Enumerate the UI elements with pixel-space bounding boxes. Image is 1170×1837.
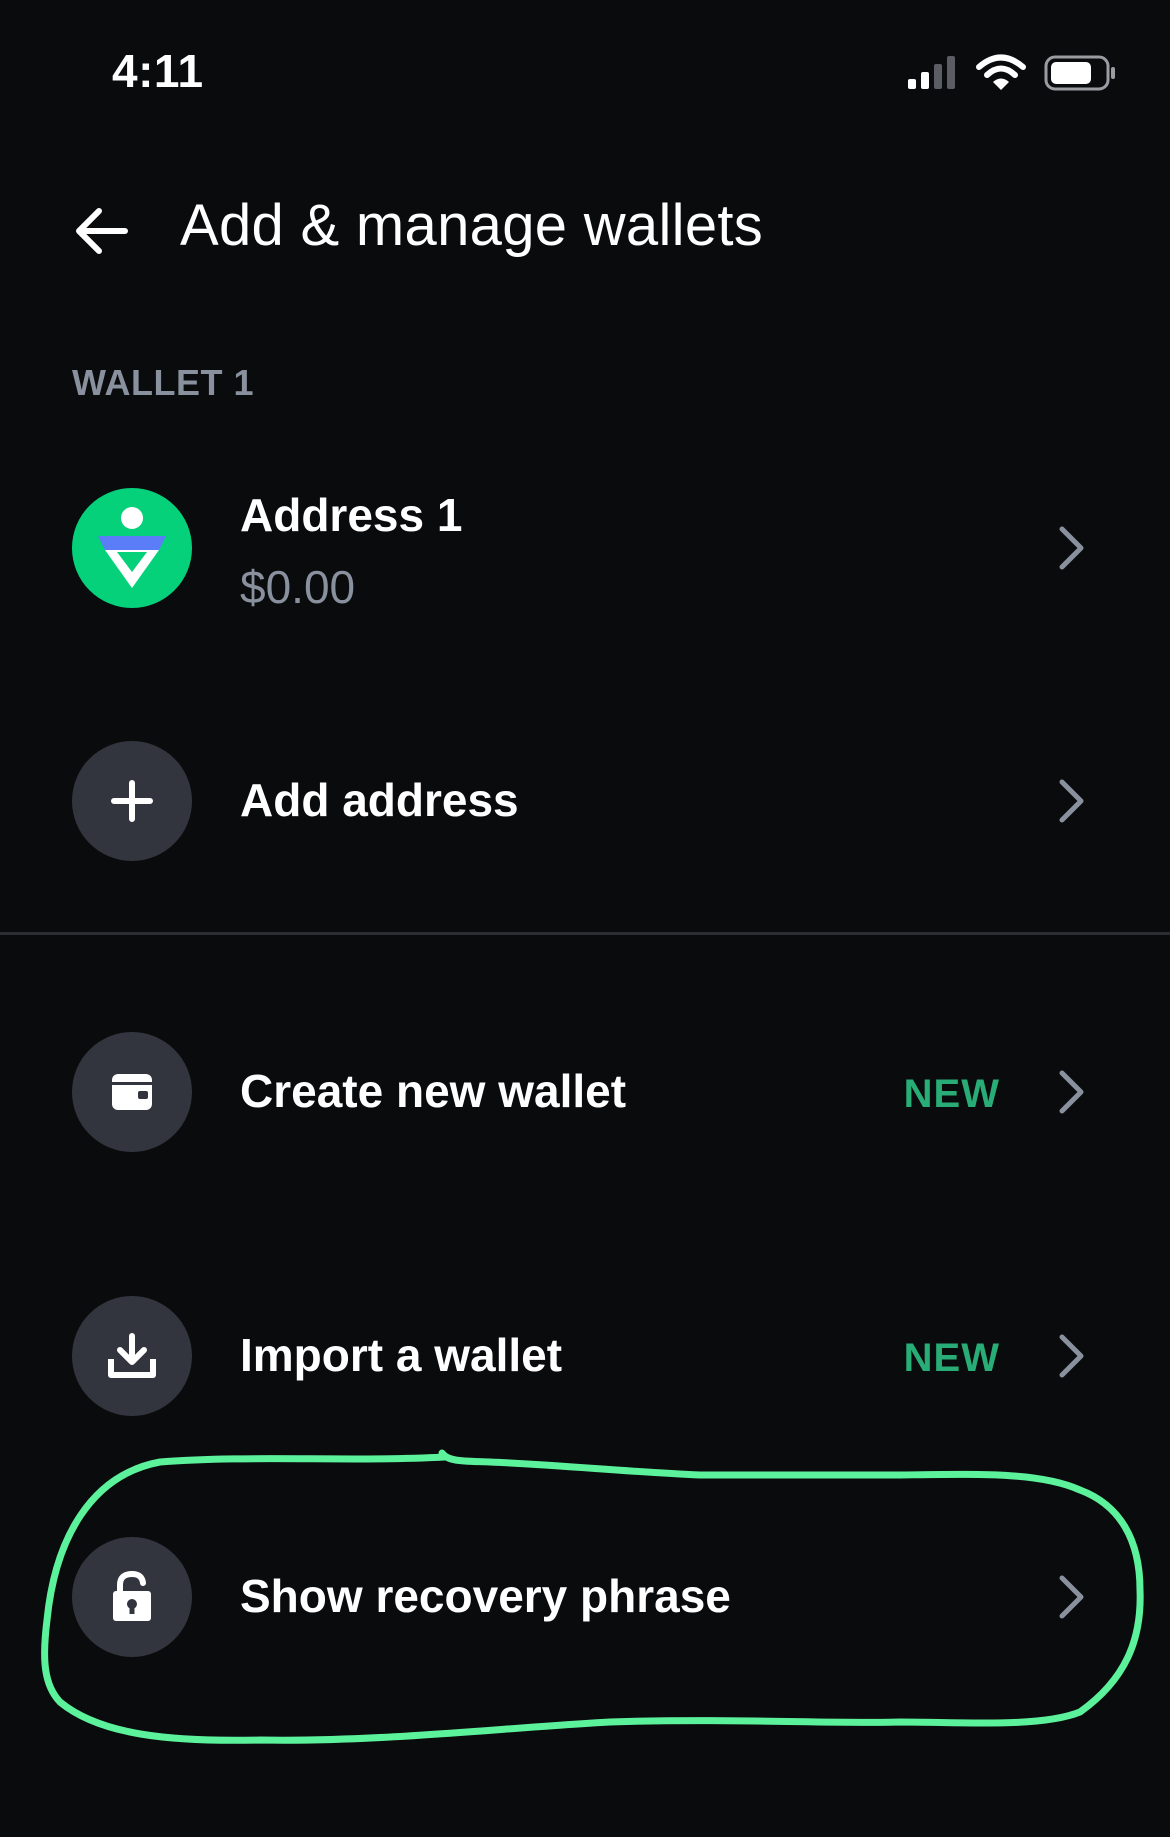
- new-badge: NEW: [903, 1072, 1000, 1116]
- status-bar: 4:11: [0, 0, 1170, 150]
- divider: [0, 932, 1170, 935]
- chevron-right-icon: [1052, 1572, 1092, 1622]
- status-icons: [906, 52, 1118, 98]
- chevron-right-icon: [1052, 523, 1092, 573]
- wallet-avatar-icon: [72, 488, 192, 608]
- battery-icon: [1044, 54, 1118, 97]
- add-address-row[interactable]: Add address: [0, 721, 1170, 881]
- cellular-signal-icon: [906, 55, 958, 96]
- download-icon: [72, 1296, 192, 1416]
- arrow-left-icon: [73, 206, 129, 261]
- header: Add & manage wallets: [0, 170, 1170, 290]
- chevron-right-icon: [1052, 776, 1092, 826]
- chevron-right-icon: [1052, 1067, 1092, 1117]
- show-recovery-phrase-label: Show recovery phrase: [240, 1570, 731, 1622]
- address-name: Address 1: [240, 489, 463, 541]
- wifi-icon: [976, 54, 1026, 97]
- plus-icon: [72, 741, 192, 861]
- new-badge: NEW: [903, 1336, 1000, 1380]
- import-wallet-label: Import a wallet: [240, 1329, 563, 1381]
- wallet-icon: [72, 1032, 192, 1152]
- section-label-wallet: WALLET 1: [72, 362, 254, 403]
- unlock-icon: [72, 1537, 192, 1657]
- create-new-wallet-label: Create new wallet: [240, 1065, 627, 1117]
- back-button[interactable]: [66, 198, 136, 268]
- import-wallet-row[interactable]: Import a wallet NEW: [0, 1276, 1170, 1436]
- create-new-wallet-row[interactable]: Create new wallet NEW: [0, 1012, 1170, 1172]
- address-row[interactable]: Address 1 $0.00: [0, 468, 1170, 628]
- address-balance: $0.00: [240, 561, 356, 613]
- add-address-label: Add address: [240, 774, 519, 826]
- chevron-right-icon: [1052, 1331, 1092, 1381]
- page-title: Add & manage wallets: [180, 193, 764, 258]
- status-time: 4:11: [112, 45, 204, 97]
- show-recovery-phrase-row[interactable]: Show recovery phrase: [0, 1517, 1170, 1677]
